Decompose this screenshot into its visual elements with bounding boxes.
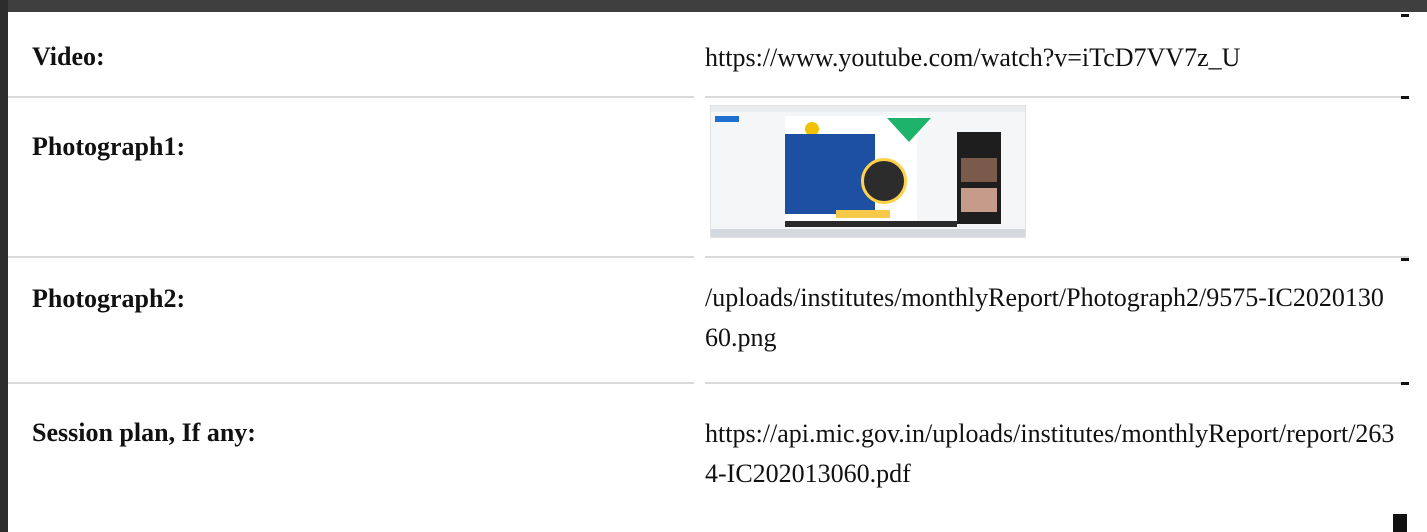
participant-video-1: [961, 158, 997, 182]
participant-video-2: [961, 188, 997, 212]
slide-date-band: [836, 210, 890, 218]
row-marker: [1401, 382, 1409, 385]
top-frame-bar: [0, 0, 1427, 12]
meeting-controls-bar: [785, 221, 957, 227]
photograph2-label: Photograph2:: [32, 284, 186, 313]
slide-accent-triangle: [887, 118, 931, 142]
browser-toolbar: [711, 106, 1025, 112]
table-row: Photograph2: /uploads/institutes/monthly…: [8, 256, 1427, 384]
taskbar: [711, 229, 1025, 237]
report-table: Video: https://www.youtube.com/watch?v=i…: [8, 12, 1427, 532]
speaker-portrait: [861, 158, 907, 204]
row-marker: [1401, 14, 1409, 17]
video-label: Video:: [32, 42, 105, 71]
session-plan-label: Session plan, If any:: [32, 418, 256, 447]
corner-marker: [1393, 514, 1407, 532]
photograph1-label: Photograph1:: [32, 132, 186, 161]
photograph2-link[interactable]: /uploads/institutes/monthlyReport/Photog…: [705, 278, 1395, 358]
row-marker: [1401, 258, 1409, 261]
session-plan-link[interactable]: https://api.mic.gov.in/uploads/institute…: [705, 414, 1395, 494]
table-row: Video: https://www.youtube.com/watch?v=i…: [8, 12, 1427, 98]
row-marker: [1401, 96, 1409, 99]
photograph1-image[interactable]: [710, 105, 1026, 238]
left-frame-bar: [0, 0, 8, 532]
table-row: Session plan, If any: https://api.mic.go…: [8, 382, 1427, 532]
share-button-thumb: [715, 116, 739, 122]
video-link[interactable]: https://www.youtube.com/watch?v=iTcD7VV7…: [705, 38, 1395, 78]
